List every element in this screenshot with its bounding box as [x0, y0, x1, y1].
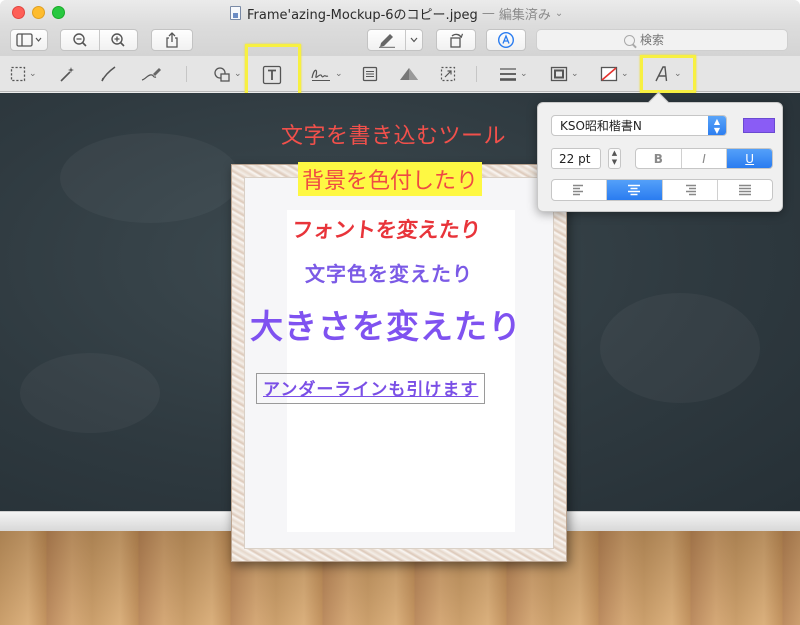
text-style-popover: KSO昭和楷書N ▲ ▼ 22 pt ▲ ▼ B I U	[537, 102, 783, 212]
sketch-tool[interactable]	[100, 64, 118, 84]
rotate-icon	[450, 33, 464, 48]
font-size-stepper[interactable]: ▲ ▼	[608, 148, 621, 169]
annotation-text-2[interactable]: 背景を色付したり	[298, 162, 483, 196]
align-right-button[interactable]	[663, 180, 718, 200]
chevron-down-icon: ⌄	[621, 69, 629, 79]
toolbar-separator	[476, 66, 477, 82]
alignment-segment	[551, 179, 773, 201]
shapes-icon	[214, 67, 230, 82]
adjust-size-tool[interactable]	[440, 64, 456, 84]
markup-toolbar: ⌄ ⌄ ⌄ ⌄ ⌄ ⌄ ⌄	[0, 44, 800, 101]
line-style-icon	[500, 68, 516, 81]
align-right-icon	[685, 184, 696, 196]
toolbar-separator	[186, 66, 187, 82]
rotate-button[interactable]	[436, 29, 476, 51]
pen-icon	[378, 34, 395, 48]
share-button[interactable]	[151, 29, 193, 51]
chevron-down-icon	[410, 37, 418, 43]
sidebar-icon	[16, 33, 42, 47]
annotation-text-1[interactable]: 文字を書き込むツール	[281, 118, 506, 150]
zoom-out-button[interactable]	[61, 30, 99, 50]
chalk-smudge	[600, 293, 760, 403]
chevron-down-icon: ⌄	[335, 69, 343, 79]
window-title[interactable]: Frame'azing-Mockup-6のコピー.jpeg — 編集済み ⌄	[230, 5, 563, 23]
sidebar-view-button[interactable]	[10, 29, 48, 51]
title-bar: Frame'azing-Mockup-6のコピー.jpeg — 編集済み ⌄	[0, 0, 800, 26]
zoom-out-icon	[73, 33, 87, 47]
close-window-button[interactable]	[12, 6, 25, 19]
zoom-in-button[interactable]	[100, 30, 138, 50]
annotation-text-3[interactable]: フォントを変えたり	[287, 213, 486, 245]
share-icon	[166, 32, 178, 48]
markup-icon	[497, 31, 515, 49]
align-justify-button[interactable]	[718, 180, 772, 200]
text-style-highlight	[640, 55, 696, 93]
pen-markup-button[interactable]	[367, 29, 423, 51]
draw-pen-icon	[141, 68, 161, 81]
zoom-window-button[interactable]	[52, 6, 65, 19]
chevron-down-icon: ⌄	[29, 69, 37, 79]
edit-status: 編集済み	[498, 7, 551, 23]
preview-window: Frame'azing-Mockup-6のコピー.jpeg — 編集済み ⌄ 検…	[0, 0, 800, 625]
magic-wand-icon	[60, 67, 74, 82]
text-style-segment: B I U	[635, 148, 773, 169]
chalk-smudge	[60, 133, 240, 223]
signature-icon	[311, 69, 330, 81]
border-color-tool[interactable]: ⌄	[550, 64, 579, 84]
instant-alpha-tool[interactable]	[58, 64, 76, 84]
search-input[interactable]	[640, 33, 700, 47]
chevron-down-icon: ⌄	[234, 69, 242, 79]
font-size-field[interactable]: 22 pt	[551, 148, 601, 169]
jpeg-document-icon	[230, 6, 241, 20]
annotation-text-4[interactable]: 文字色を変えたり	[305, 258, 473, 287]
adjust-color-icon	[400, 68, 418, 80]
select-arrows-icon: ▲ ▼	[708, 116, 726, 135]
search-field[interactable]	[536, 29, 788, 51]
align-justify-icon	[738, 184, 751, 196]
italic-toggle[interactable]: I	[682, 149, 728, 168]
chevron-down-icon: ⌄	[520, 69, 528, 79]
fill-color-tool[interactable]: ⌄	[600, 64, 629, 84]
pen-button-main[interactable]	[368, 30, 405, 50]
sign-tool[interactable]: ⌄	[310, 64, 343, 84]
align-left-button[interactable]	[552, 180, 608, 200]
search-icon	[624, 34, 635, 46]
resize-icon	[440, 66, 456, 82]
shape-style-tool[interactable]: ⌄	[499, 64, 528, 84]
rectangular-selection-icon	[10, 66, 26, 82]
annotation-text-5[interactable]: 大きさを変えたり	[250, 300, 522, 348]
adjust-color-tool[interactable]	[398, 64, 420, 84]
markup-toolbar-button[interactable]	[486, 29, 526, 51]
no-fill-icon	[600, 66, 618, 82]
shapes-tool[interactable]: ⌄	[213, 64, 242, 84]
minimize-window-button[interactable]	[32, 6, 45, 19]
chevron-down-icon: ⌄	[571, 69, 579, 79]
document-title: Frame'azing-Mockup-6のコピー.jpeg	[247, 7, 478, 23]
note-tool[interactable]	[362, 64, 378, 84]
font-family-select[interactable]: KSO昭和楷書N ▲ ▼	[551, 115, 727, 136]
draw-tool[interactable]	[140, 64, 162, 84]
chevron-down-icon[interactable]: ⌄	[555, 8, 563, 19]
pen-menu-chevron[interactable]	[406, 37, 422, 43]
align-center-button[interactable]	[607, 180, 663, 200]
align-left-icon	[573, 184, 584, 196]
font-family-value: KSO昭和楷書N	[560, 119, 642, 133]
selection-tool[interactable]: ⌄	[10, 64, 37, 84]
border-color-icon	[550, 66, 568, 82]
note-icon	[362, 66, 378, 82]
text-color-well[interactable]	[743, 118, 775, 133]
title-separator: —	[481, 5, 495, 21]
align-center-icon	[628, 184, 641, 196]
underline-toggle[interactable]: U	[727, 149, 772, 168]
chalk-smudge	[20, 353, 160, 433]
zoom-control	[60, 29, 138, 51]
bold-toggle[interactable]: B	[636, 149, 682, 168]
zoom-in-icon	[111, 33, 125, 47]
sketch-pen-icon	[101, 66, 116, 82]
annotation-text-6[interactable]: アンダーラインも引けます	[256, 373, 486, 404]
